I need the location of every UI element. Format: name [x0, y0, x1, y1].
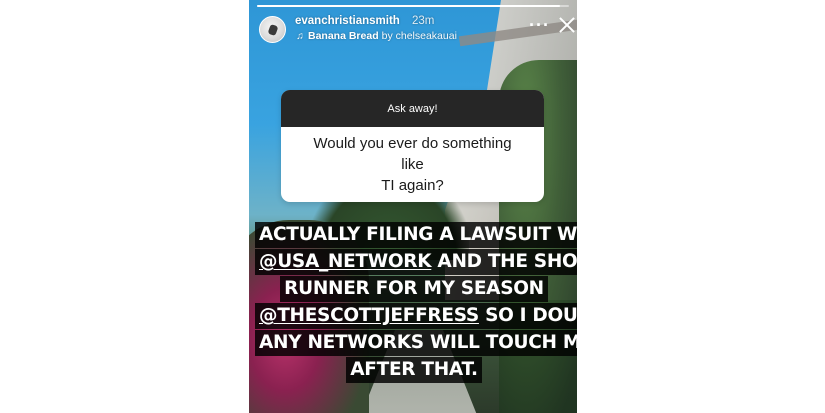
- mention-usa-network[interactable]: @USA_NETWORK: [259, 251, 432, 272]
- question-line-2: TI again?: [381, 177, 444, 194]
- answer-line-2: @USA_NETWORK AND THE SHOW: [255, 249, 577, 275]
- question-sticker: Ask away! Would you ever do something li…: [281, 90, 544, 202]
- music-note-icon: ♫: [296, 30, 304, 42]
- music-song-title: Banana Bread: [308, 30, 379, 42]
- more-horizontal-icon[interactable]: ···: [529, 16, 550, 34]
- mention-thescottjeffress[interactable]: @THESCOTTJEFFRESS: [259, 305, 479, 326]
- story-header: evanchristiansmith 23m ♫ Banana Bread by…: [257, 14, 569, 44]
- answer-line-6: AFTER THAT.: [346, 357, 482, 383]
- answer-line-4: @THESCOTTJEFFRESS SO I DOUBT: [255, 303, 577, 329]
- avatar[interactable]: [259, 16, 286, 43]
- post-time: 23m: [412, 15, 435, 27]
- story-progress-fill: [257, 5, 560, 7]
- question-prompt: Ask away!: [281, 90, 544, 127]
- music-artist: by chelseakauai: [381, 30, 457, 42]
- music-attribution[interactable]: ♫ Banana Bread by chelseakauai: [295, 30, 457, 42]
- story-viewer[interactable]: evanchristiansmith 23m ♫ Banana Bread by…: [249, 0, 577, 413]
- answer-line-3: RUNNER FOR MY SEASON: [280, 276, 548, 302]
- answer-line-5: ANY NETWORKS WILL TOUCH ME: [255, 330, 577, 356]
- question-text: Would you ever do something like TI agai…: [281, 127, 544, 202]
- answer-text: ACTUALLY FILING A LAWSUIT WITH @USA_NETW…: [255, 222, 577, 384]
- question-line-1: Would you ever do something like: [313, 135, 512, 173]
- story-progress-bar: [257, 5, 569, 7]
- username[interactable]: evanchristiansmith: [295, 15, 400, 27]
- answer-line-1: ACTUALLY FILING A LAWSUIT WITH: [255, 222, 577, 248]
- close-icon[interactable]: [557, 15, 577, 35]
